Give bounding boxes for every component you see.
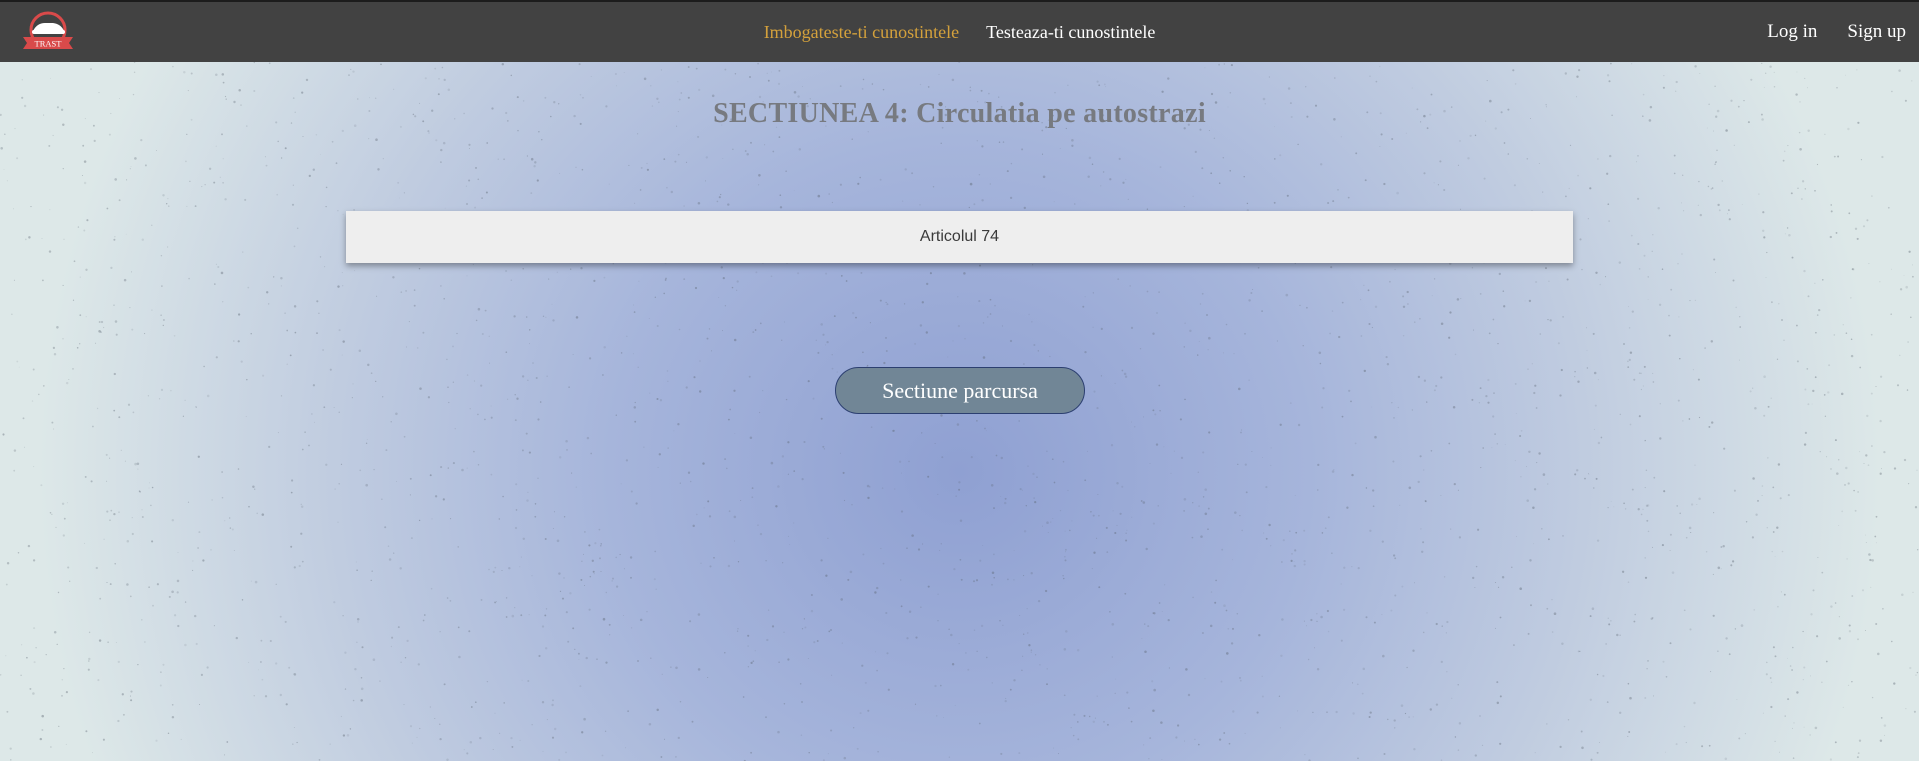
nav-link-imbogateste[interactable]: Imbogateste-ti cunostintele: [764, 22, 959, 43]
auth-links: Log in Sign up: [1767, 2, 1906, 62]
signup-link[interactable]: Sign up: [1847, 21, 1906, 43]
section-title: SECTIUNEA 4: Circulatia pe autostrazi: [713, 98, 1206, 129]
article-label: Articolul 74: [919, 228, 1000, 245]
top-navbar: TRAST Imbogateste-ti cunostintele Testea…: [0, 0, 1919, 62]
login-link[interactable]: Log in: [1767, 21, 1817, 43]
article-item[interactable]: Articolul 74: [346, 211, 1573, 263]
nav-link-testeaza[interactable]: Testeaza-ti cunostintele: [986, 22, 1155, 43]
section-complete-button[interactable]: Sectiune parcursa: [835, 367, 1085, 414]
main-nav: Imbogateste-ti cunostintele Testeaza-ti …: [0, 2, 1919, 62]
